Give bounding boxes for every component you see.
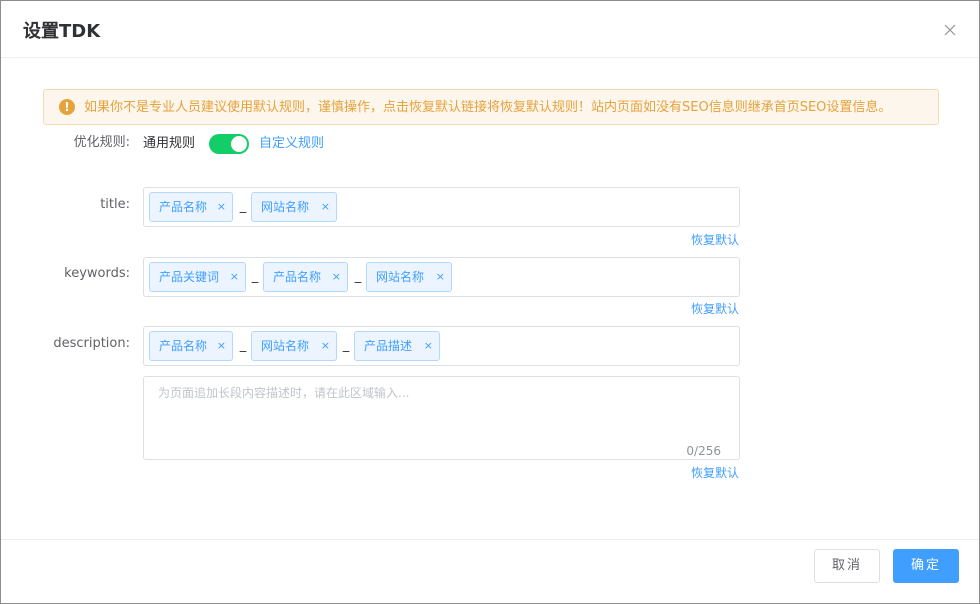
description-textarea[interactable]: 为页面追加长段内容描述时，请在此区域输入... 0/256 (143, 376, 740, 460)
tag-close-icon[interactable]: × (332, 263, 341, 291)
tag-label: 网站名称 (376, 270, 425, 284)
warning-icon: ! (59, 99, 75, 115)
description-tag-box[interactable]: 产品名称 × _ 网站名称 × _ 产品描述 × (143, 326, 740, 366)
tag-site-name[interactable]: 网站名称 × (366, 262, 452, 292)
tag-site-name[interactable]: 网站名称 × (251, 331, 337, 361)
tag-close-icon[interactable]: × (217, 332, 226, 360)
title-label: title: (100, 197, 130, 212)
separator: _ (239, 338, 247, 353)
tag-close-icon[interactable]: × (424, 332, 433, 360)
title-restore-link[interactable]: 恢复默认 (691, 232, 739, 248)
rule-label: 优化规则: (73, 135, 130, 150)
alert-text: 如果你不是专业人员建议使用默认规则，谨慎操作，点击恢复默认链接将恢复默认规则！站… (84, 100, 892, 115)
textarea-placeholder: 为页面追加长段内容描述时，请在此区域输入... (158, 386, 410, 400)
tag-product-description[interactable]: 产品描述 × (354, 331, 440, 361)
warning-alert: ! 如果你不是专业人员建议使用默认规则，谨慎操作，点击恢复默认链接将恢复默认规则… (43, 89, 939, 125)
title-tag-box[interactable]: 产品名称 × _ 网站名称 × (143, 187, 740, 227)
separator: _ (239, 199, 247, 214)
tag-site-name[interactable]: 网站名称 × (251, 192, 337, 222)
char-counter: 0/256 (686, 444, 721, 458)
tag-close-icon[interactable]: × (321, 332, 330, 360)
separator: _ (342, 338, 350, 353)
keywords-label: keywords: (64, 266, 130, 281)
tag-product-keywords[interactable]: 产品关键词 × (149, 262, 246, 292)
tag-label: 网站名称 (261, 339, 310, 353)
close-icon[interactable] (939, 19, 961, 41)
tag-close-icon[interactable]: × (217, 193, 226, 221)
keywords-tag-box[interactable]: 产品关键词 × _ 产品名称 × _ 网站名称 × (143, 257, 740, 297)
tag-label: 产品描述 (364, 339, 413, 353)
cancel-button[interactable]: 取消 (814, 549, 880, 583)
keywords-restore-link[interactable]: 恢复默认 (691, 301, 739, 317)
rule-custom-option[interactable]: 自定义规则 (259, 135, 324, 153)
rule-switch[interactable] (209, 134, 249, 154)
tag-label: 产品关键词 (159, 270, 220, 284)
confirm-button[interactable]: 确定 (893, 549, 959, 583)
tag-label: 产品名称 (159, 200, 208, 214)
tag-label: 产品名称 (159, 339, 208, 353)
tdk-dialog: 设置TDK ! 如果你不是专业人员建议使用默认规则，谨慎操作，点击恢复默认链接将… (0, 0, 980, 604)
separator: _ (354, 269, 362, 284)
tag-close-icon[interactable]: × (230, 263, 239, 291)
separator: _ (251, 269, 259, 284)
description-label: description: (53, 336, 130, 351)
rule-general-option[interactable]: 通用规则 (143, 135, 195, 153)
description-restore-link[interactable]: 恢复默认 (691, 465, 739, 481)
dialog-header: 设置TDK (1, 1, 979, 58)
dialog-title: 设置TDK (23, 21, 101, 42)
switch-knob (231, 136, 247, 152)
tag-close-icon[interactable]: × (436, 263, 445, 291)
tag-label: 产品名称 (273, 270, 322, 284)
tag-product-name[interactable]: 产品名称 × (149, 192, 233, 222)
tag-close-icon[interactable]: × (321, 193, 330, 221)
tag-product-name[interactable]: 产品名称 × (263, 262, 348, 292)
tag-label: 网站名称 (261, 200, 310, 214)
tag-product-name[interactable]: 产品名称 × (149, 331, 233, 361)
